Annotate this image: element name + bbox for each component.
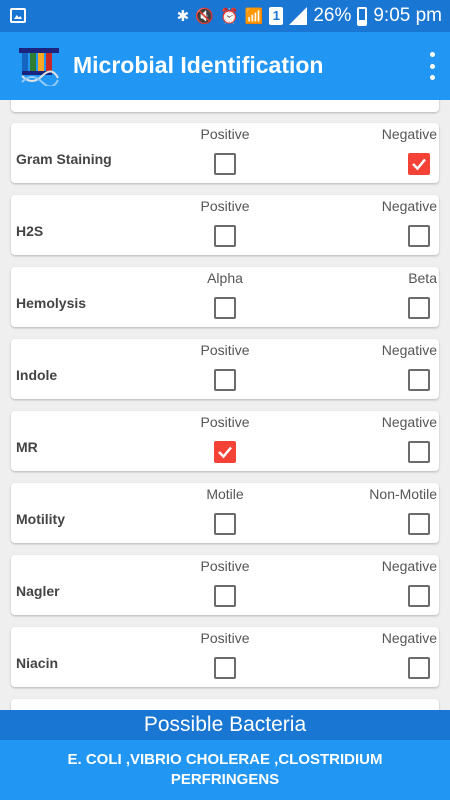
test-name: H2S — [16, 223, 44, 239]
option1-label: Positive — [200, 198, 250, 214]
option2-checkbox[interactable] — [408, 297, 430, 319]
app-bar: Microbial Identification — [0, 32, 450, 100]
test-name: MR — [16, 439, 38, 455]
battery-percent: 26% — [313, 5, 352, 26]
option2-label: Negative — [381, 414, 437, 430]
wifi-icon: 📶 — [244, 6, 264, 25]
test-name: Indole — [16, 367, 58, 383]
test-name: Nagler — [16, 583, 60, 599]
option2-label: Non-Motile — [369, 486, 437, 502]
option2-checkbox[interactable] — [408, 369, 430, 391]
option2-label: Negative — [381, 198, 437, 214]
option1-checkbox[interactable] — [214, 369, 236, 391]
option1-checkbox[interactable] — [214, 513, 236, 535]
option2-label: Negative — [381, 558, 437, 574]
option2-checkbox[interactable] — [408, 585, 430, 607]
test-name: Motility — [16, 511, 65, 527]
signal-icon — [289, 7, 308, 25]
battery-icon — [357, 6, 368, 26]
option1-label: Positive — [200, 558, 250, 574]
alarm-icon: ⏰ — [219, 6, 239, 25]
option1-checkbox[interactable] — [214, 657, 236, 679]
option1-label: Motile — [206, 486, 244, 502]
test-name: Niacin — [16, 655, 59, 671]
bluetooth-icon: ✱ — [176, 6, 190, 25]
option2-checkbox[interactable] — [408, 225, 430, 247]
option1-label: Positive — [200, 342, 250, 358]
check-icon — [412, 158, 426, 171]
test-card: H2S Positive Negative — [11, 195, 439, 255]
option1-label: Positive — [200, 414, 250, 430]
option2-label: Beta — [408, 270, 437, 286]
test-card: Hemolysis Alpha Beta — [11, 267, 439, 327]
option1-checkbox[interactable] — [214, 225, 236, 247]
result-header: Possible Bacteria — [0, 710, 450, 740]
option2-label: Negative — [381, 126, 437, 142]
option1-checkbox[interactable] — [214, 153, 236, 175]
option1-label: Positive — [200, 126, 250, 142]
mute-icon: 🔇 — [195, 6, 214, 25]
test-card-partial — [11, 699, 439, 710]
test-list[interactable]: Gram Staining Positive Negative H2S Posi… — [0, 100, 450, 710]
test-card: MR Positive Negative — [11, 411, 439, 471]
test-name: Gram Staining — [16, 151, 112, 167]
clock: 9:05 pm — [373, 5, 442, 26]
status-bar: ✱ 🔇 ⏰ 📶 1 26% 9:05 pm — [0, 0, 450, 32]
option1-checkbox[interactable] — [214, 297, 236, 319]
test-card: Indole Positive Negative — [11, 339, 439, 399]
sim-icon: 1 — [269, 7, 284, 25]
overflow-menu-icon[interactable] — [428, 52, 436, 80]
check-icon — [218, 446, 232, 459]
option2-label: Negative — [381, 342, 437, 358]
option1-checkbox[interactable] — [214, 585, 236, 607]
option1-label: Positive — [200, 630, 250, 646]
option1-checkbox[interactable] — [214, 441, 236, 463]
app-logo-icon — [19, 48, 59, 86]
option2-checkbox[interactable] — [408, 441, 430, 463]
result-text: E. COLI ,VIBRIO CHOLERAE ,CLOSTRIDIUM PE… — [0, 740, 450, 800]
option2-checkbox[interactable] — [408, 153, 430, 175]
option2-label: Negative — [381, 630, 437, 646]
test-card: Motility Motile Non-Motile — [11, 483, 439, 543]
test-card: Gram Staining Positive Negative — [11, 123, 439, 183]
gallery-icon — [10, 8, 26, 23]
option2-checkbox[interactable] — [408, 657, 430, 679]
test-name: Hemolysis — [16, 295, 87, 311]
test-card: Niacin Positive Negative — [11, 627, 439, 687]
status-icons: ✱ 🔇 ⏰ 📶 1 26% 9:05 pm — [177, 4, 442, 28]
option2-checkbox[interactable] — [408, 513, 430, 535]
test-card-partial — [11, 100, 439, 112]
app-title: Microbial Identification — [73, 52, 324, 78]
test-card: Nagler Positive Negative — [11, 555, 439, 615]
option1-label: Alpha — [207, 270, 243, 286]
